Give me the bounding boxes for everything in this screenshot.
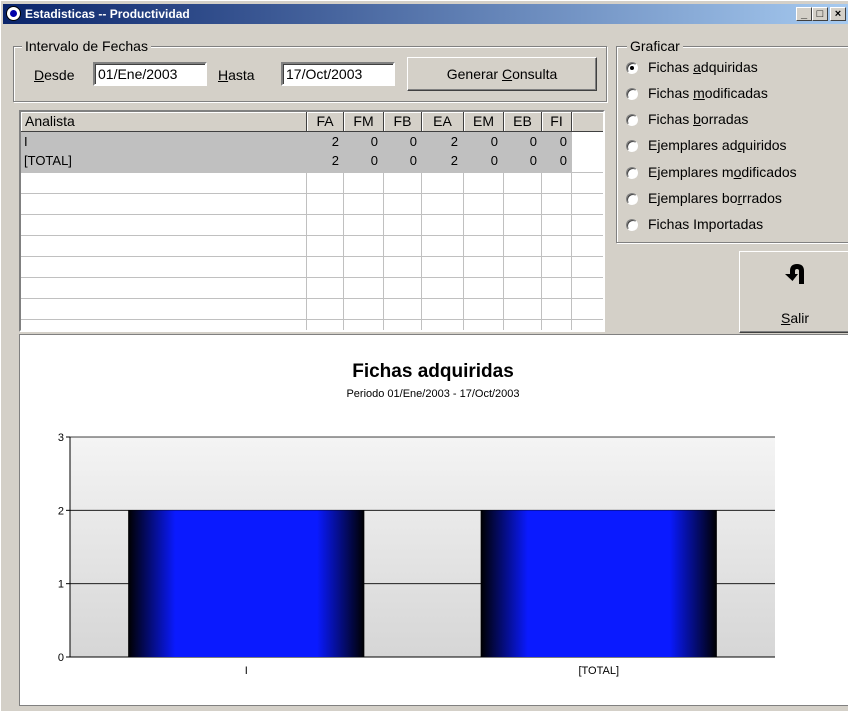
radio-button-icon[interactable]	[626, 167, 638, 179]
y-tick-label: 2	[58, 505, 64, 517]
bar	[480, 510, 717, 657]
table-cell-fb[interactable]: 0	[384, 133, 417, 151]
y-tick-label: 0	[58, 652, 64, 664]
radio-button-icon[interactable]	[626, 193, 638, 205]
hasta-date-field[interactable]: 17/Oct/2003	[281, 62, 395, 86]
chart-title: Fichas adquiridas	[352, 361, 514, 382]
y-tick-label: 3	[58, 432, 64, 444]
table-cell-fa[interactable]: 2	[307, 152, 339, 170]
app-icon	[6, 6, 21, 21]
column-header-fa[interactable]: FA	[307, 112, 344, 132]
chart-subtitle: Periodo 01/Ene/2003 - 17/Oct/2003	[346, 388, 519, 400]
column-header-fi[interactable]: FI	[542, 112, 572, 132]
grid-line	[21, 235, 603, 236]
grid-line	[21, 319, 603, 320]
window-title: Estadisticas -- Productividad	[25, 7, 190, 21]
radio-button-icon[interactable]	[626, 140, 638, 152]
y-tick-label: 1	[58, 579, 64, 591]
table-cell-fi[interactable]: 0	[542, 152, 567, 170]
table-cell-fb[interactable]: 0	[384, 152, 417, 170]
column-header-fb[interactable]: FB	[384, 112, 422, 132]
exit-button-label: Salir	[780, 310, 809, 326]
radio-option-label: Ejemplares modificados	[648, 164, 797, 180]
bar-chart: Fichas adquiridas Periodo 01/Ene/2003 - …	[58, 361, 775, 677]
table-cell-fm[interactable]: 0	[344, 152, 378, 170]
radio-option-label: Fichas Importadas	[648, 216, 764, 232]
table-cell-em[interactable]: 0	[464, 152, 498, 170]
column-header-ea[interactable]: EA	[422, 112, 464, 132]
grid-line	[21, 193, 603, 194]
radio-button-icon[interactable]	[626, 114, 638, 126]
column-header-blank	[572, 112, 603, 132]
app-window: Estadisticas -- Productividad _ □ × Inte…	[0, 0, 848, 711]
maximize-button[interactable]: □	[812, 7, 828, 21]
table-cell-ea[interactable]: 2	[422, 152, 458, 170]
x-tick-label: [TOTAL]	[578, 665, 619, 677]
x-tick-label: I	[245, 665, 248, 677]
close-button[interactable]: ×	[830, 7, 846, 21]
table-cell-eb[interactable]: 0	[504, 133, 537, 151]
column-header-analista[interactable]: Analista	[21, 112, 307, 132]
table-cell-fi[interactable]: 0	[542, 133, 567, 151]
grid-line	[21, 172, 603, 173]
grid-line	[21, 277, 603, 278]
column-header-fm[interactable]: FM	[344, 112, 384, 132]
minimize-button[interactable]: _	[796, 7, 812, 21]
radio-option-label: Fichas borradas	[648, 111, 749, 127]
grid-line	[21, 214, 603, 215]
column-header-em[interactable]: EM	[464, 112, 504, 132]
radio-option-label: Ejemplares borrrados	[648, 190, 782, 206]
u-turn-arrow-icon	[785, 264, 804, 284]
grid-line	[571, 132, 572, 330]
title-bar: Estadisticas -- Productividad _ □ ×	[3, 4, 848, 24]
table-cell-fa[interactable]: 2	[307, 133, 339, 151]
date-range-group-label: Intervalo de Fechas	[22, 38, 151, 54]
stats-table[interactable]: Analista FA FM FB EA EM EB FI I 2 0 0 2 …	[19, 110, 605, 332]
table-cell-ea[interactable]: 2	[422, 133, 458, 151]
grid-line	[21, 298, 603, 299]
table-cell-eb[interactable]: 0	[504, 152, 537, 170]
radio-option-label: Fichas modificadas	[648, 85, 768, 101]
table-cell-analista[interactable]: I	[24, 133, 28, 151]
radio-option-label: Ejemplares adquiridos	[648, 137, 787, 153]
graficar-group-label: Graficar	[627, 38, 683, 54]
radio-option-label: Fichas adquiridas	[648, 59, 758, 75]
grid-line	[21, 256, 603, 257]
radio-button-icon[interactable]	[626, 88, 638, 100]
desde-label: Desde	[34, 67, 75, 83]
table-cell-analista[interactable]: [TOTAL]	[24, 152, 72, 170]
desde-date-field[interactable]: 01/Ene/2003	[93, 62, 207, 86]
table-cell-fm[interactable]: 0	[344, 133, 378, 151]
chart-panel: Fichas adquiridas Periodo 01/Ene/2003 - …	[19, 334, 848, 706]
column-header-eb[interactable]: EB	[504, 112, 542, 132]
generate-query-button[interactable]: Generar Consulta	[407, 57, 597, 91]
bar	[128, 510, 365, 657]
table-cell-em[interactable]: 0	[464, 133, 498, 151]
exit-button[interactable]: Salir	[739, 251, 848, 333]
radio-button-icon[interactable]	[626, 219, 638, 231]
radio-button-icon[interactable]	[626, 62, 638, 74]
hasta-label: Hasta	[218, 67, 255, 83]
